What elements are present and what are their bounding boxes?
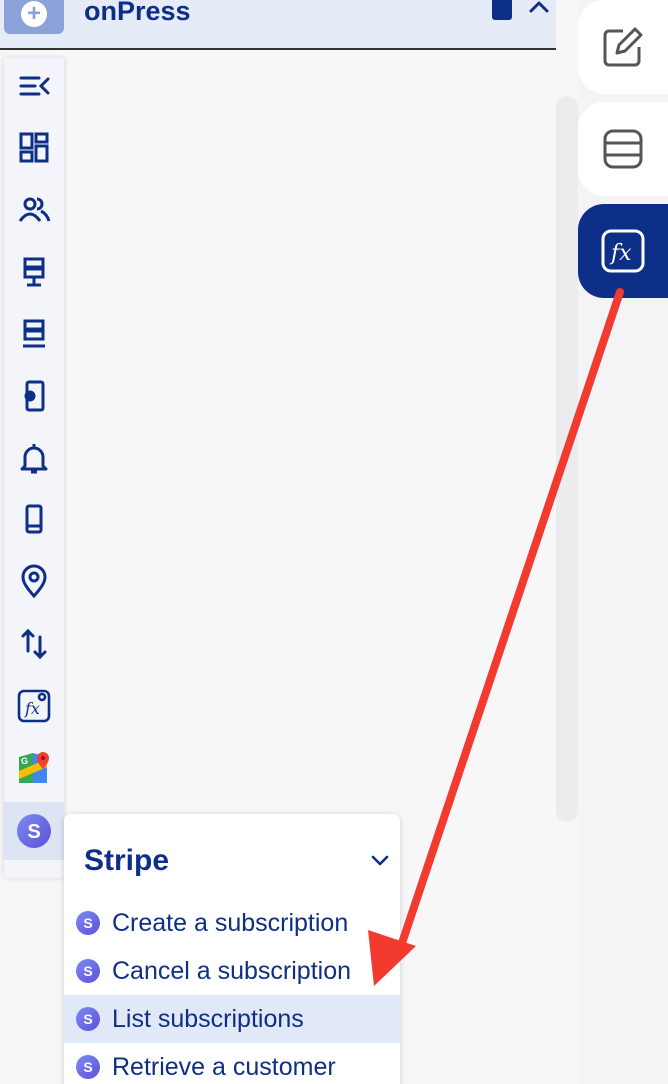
svg-text:fx: fx: [24, 699, 40, 718]
function-add-button[interactable]: fx: [4, 678, 64, 734]
menu-item-retrieve-customer[interactable]: S Retrieve a customer: [64, 1043, 400, 1084]
vertical-scrollbar[interactable]: [556, 96, 578, 822]
users-button[interactable]: [4, 182, 64, 238]
svg-text:G: G: [21, 756, 28, 766]
sort-arrows-icon: [21, 628, 47, 660]
menu-item-create-subscription[interactable]: S Create a subscription: [64, 899, 400, 947]
google-maps-button[interactable]: G: [4, 740, 64, 796]
stripe-button[interactable]: S: [4, 802, 64, 860]
stripe-badge-icon: S: [76, 1007, 100, 1031]
edit-button[interactable]: [578, 0, 668, 94]
bell-icon: [20, 444, 48, 474]
stripe-actions-menu: Stripe S Create a subscription S Cancel …: [64, 814, 400, 1084]
location-pin-icon: [21, 564, 47, 599]
database-icon: [603, 129, 643, 169]
top-bar: + onPress: [0, 0, 556, 50]
menu-item-label: Retrieve a customer: [112, 1052, 336, 1081]
svg-text:S: S: [27, 821, 40, 843]
mobile-button[interactable]: [4, 492, 64, 548]
menu-item-cancel-subscription[interactable]: S Cancel a subscription: [64, 947, 400, 995]
chevron-down-icon[interactable]: [370, 854, 390, 868]
server-error-button[interactable]: [4, 306, 64, 362]
location-button[interactable]: [4, 554, 64, 610]
menu-item-label: List subscriptions: [112, 1004, 304, 1033]
notifications-button[interactable]: [4, 430, 64, 486]
menu-item-list-subscriptions[interactable]: S List subscriptions: [64, 995, 400, 1043]
server-error-icon: [23, 319, 45, 348]
dashboard-icon: [19, 132, 49, 163]
stripe-icon: S: [17, 814, 51, 848]
mobile-icon: [25, 504, 43, 534]
left-toolbar: fx G S: [4, 58, 64, 878]
svg-text:fx: fx: [609, 241, 632, 266]
menu-item-label: Create a subscription: [112, 908, 349, 937]
dashboard-button[interactable]: [4, 120, 64, 176]
edit-icon: [603, 27, 643, 67]
users-icon: [18, 197, 51, 222]
menu-collapse-icon: [19, 76, 50, 96]
device-settings-button[interactable]: [4, 368, 64, 424]
menu-item-label: Cancel a subscription: [112, 956, 352, 985]
app-title: onPress: [84, 0, 191, 26]
stripe-badge-icon: S: [76, 1055, 100, 1079]
stripe-menu-title: Stripe: [84, 844, 170, 877]
server-button[interactable]: [4, 244, 64, 300]
function-icon: fx: [601, 229, 645, 273]
server-icon: [23, 257, 45, 287]
function-button[interactable]: fx: [578, 204, 668, 298]
right-rail: fx: [578, 0, 668, 1084]
chevron-up-icon[interactable]: [526, 0, 552, 18]
device-settings-icon: [24, 380, 45, 412]
database-button[interactable]: [578, 102, 668, 196]
sort-button[interactable]: [4, 616, 64, 672]
save-icon[interactable]: [492, 0, 512, 20]
add-button[interactable]: +: [4, 0, 64, 34]
collapse-menu-button[interactable]: [4, 58, 64, 114]
google-maps-icon: G: [19, 752, 49, 783]
function-add-icon: fx: [17, 689, 51, 723]
plus-icon: +: [21, 1, 47, 27]
stripe-badge-icon: S: [76, 911, 100, 935]
stripe-badge-icon: S: [76, 959, 100, 983]
